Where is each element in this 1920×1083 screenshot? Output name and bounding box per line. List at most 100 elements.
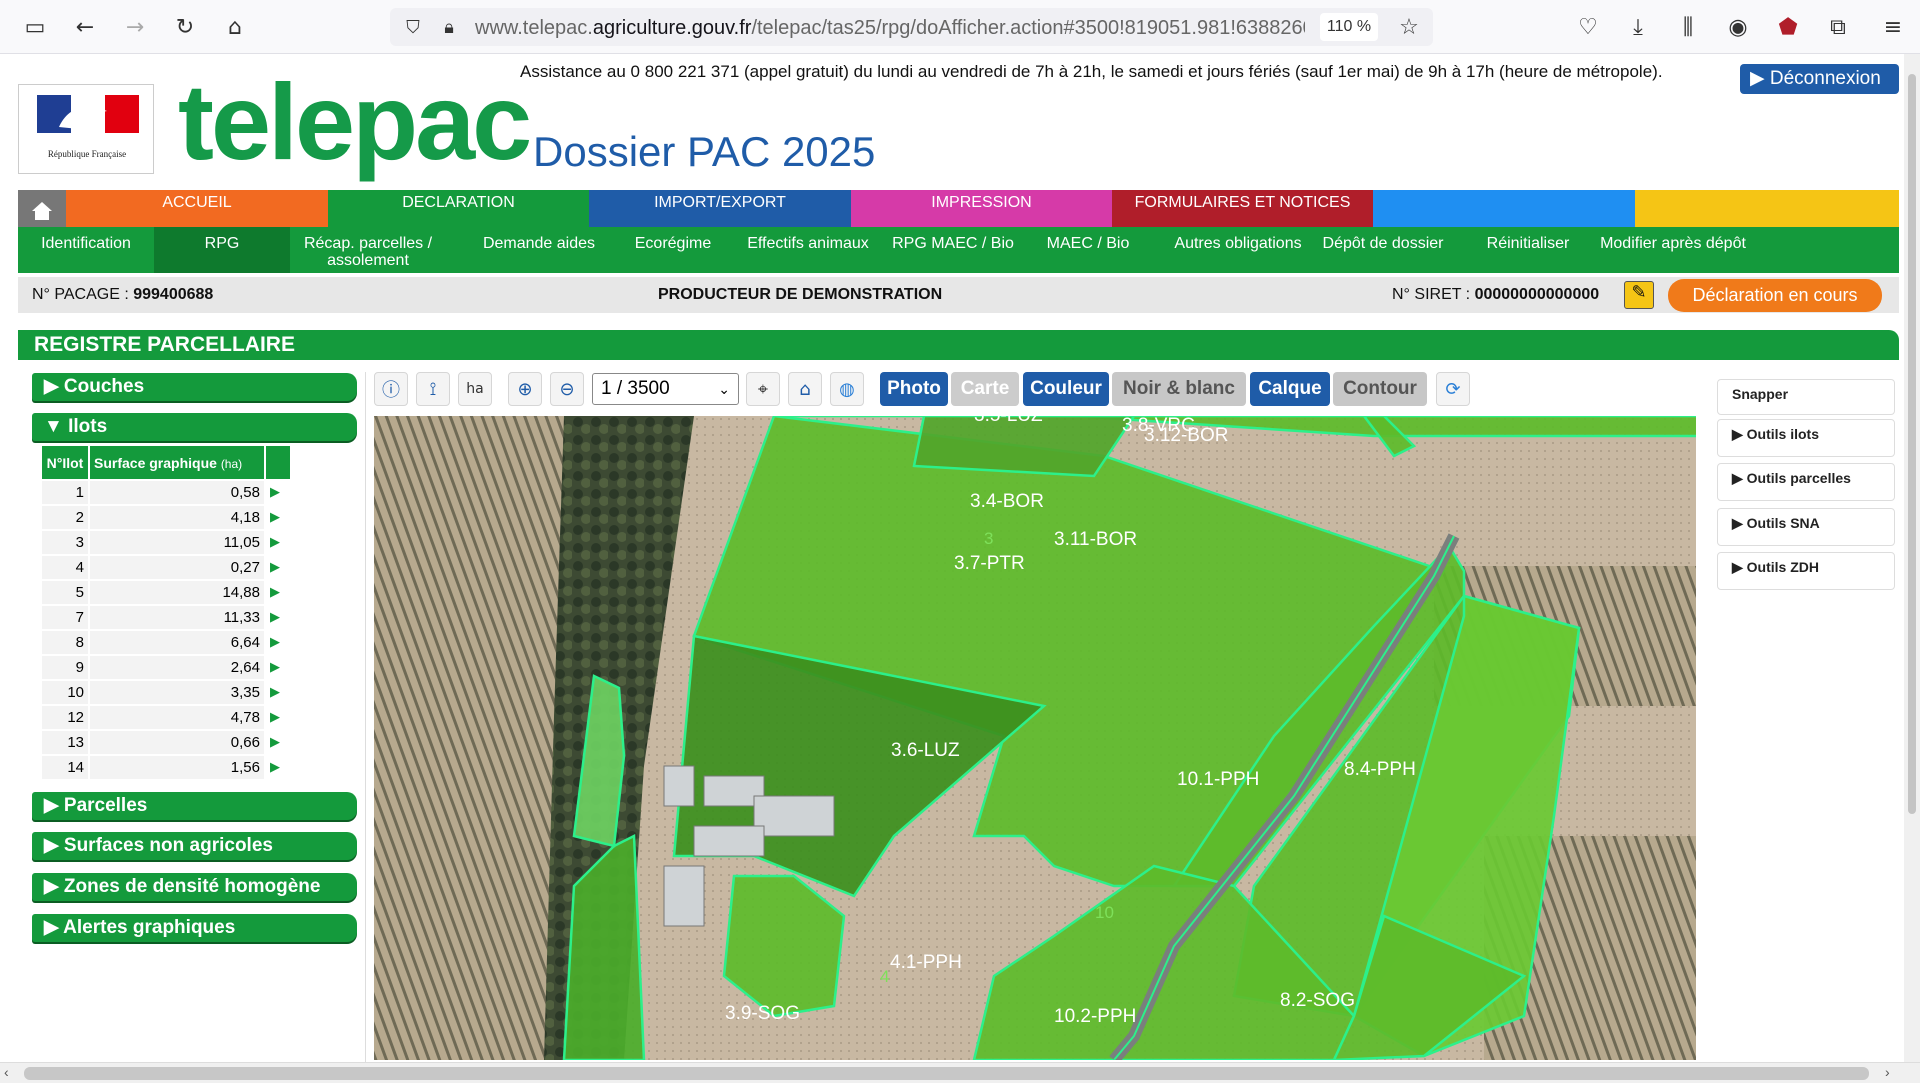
zoom-in-icon[interactable]: ⊕ [508, 372, 542, 406]
ilot-open-arrow-icon[interactable]: ▶ [264, 729, 292, 756]
extensions-icon[interactable]: ⧉ [1823, 12, 1853, 42]
nav-blank-blue[interactable] [1373, 190, 1635, 227]
photo-button[interactable]: Photo [880, 372, 948, 406]
declaration-status-button[interactable]: Déclaration en cours [1668, 279, 1882, 312]
ilot-number: 12 [40, 704, 90, 731]
measure-distance-icon[interactable]: ⟟ [416, 372, 450, 406]
address-bar[interactable]: ⛉ 🔒︎ www.telepac.agriculture.gouv.fr/tel… [390, 8, 1433, 46]
scroll-right-icon[interactable]: › [1885, 1064, 1890, 1080]
table-row[interactable]: 2 4,18 ▶ [40, 504, 292, 531]
subnav-maec-bio[interactable]: MAEC / Bio [1028, 235, 1148, 252]
pocket-icon[interactable]: ♡ [1573, 12, 1603, 42]
noir-blanc-button[interactable]: Noir & blanc [1112, 372, 1246, 406]
account-icon[interactable]: ◉ [1723, 12, 1753, 42]
parcelles-section-header[interactable]: ▶ Parcelles [32, 792, 357, 820]
couches-section-header[interactable]: ▶ Couches [32, 373, 357, 401]
vertical-scrollbar[interactable] [1904, 54, 1920, 1062]
logout-button[interactable]: ▶ Déconnexion [1740, 64, 1899, 94]
refresh-map-icon[interactable]: ⟳ [1436, 372, 1470, 406]
alertes-section-header[interactable]: ▶ Alertes graphiques [32, 914, 357, 942]
ilot-open-arrow-icon[interactable]: ▶ [264, 479, 292, 506]
globe-icon[interactable]: ◍ [830, 372, 864, 406]
map-view[interactable]: 3.8-VRC 3.12-BOR 3.4-BOR 3.11-BOR 3 3.7-… [374, 416, 1696, 1060]
table-row[interactable]: 12 4,78 ▶ [40, 704, 292, 731]
table-row[interactable]: 7 11,33 ▶ [40, 604, 292, 631]
contour-button[interactable]: Contour [1333, 372, 1427, 406]
subnav-recap-parcelles[interactable]: Récap. parcelles / assolement [293, 235, 443, 269]
nav-import-export[interactable]: IMPORT/EXPORT [589, 190, 851, 227]
subnav-rpg-maec-bio[interactable]: RPG MAEC / Bio [873, 235, 1033, 252]
bookmark-star-icon[interactable]: ☆ [1394, 12, 1424, 42]
table-row[interactable]: 5 14,88 ▶ [40, 579, 292, 606]
ilot-open-arrow-icon[interactable]: ▶ [264, 579, 292, 606]
subnav-effectifs-animaux[interactable]: Effectifs animaux [728, 235, 888, 252]
subnav-reinitialiser[interactable]: Réinitialiser [1458, 235, 1598, 252]
measure-area-icon[interactable]: ha [458, 372, 492, 406]
back-icon[interactable]: ← [70, 12, 100, 42]
horizontal-scrollbar[interactable]: ‹ › [0, 1062, 1920, 1083]
outils-sna[interactable]: ▶ Outils SNA [1717, 508, 1895, 546]
ilot-open-arrow-icon[interactable]: ▶ [264, 504, 292, 531]
crosshair-icon[interactable]: ⌖ [746, 372, 780, 406]
download-icon[interactable]: ⤓ [1623, 12, 1653, 42]
ilot-open-arrow-icon[interactable]: ▶ [264, 679, 292, 706]
sidebar-toggle-icon[interactable]: ▭ [20, 12, 50, 42]
home-nav-button[interactable] [18, 190, 66, 227]
horizontal-scrollbar-thumb[interactable] [24, 1067, 1869, 1080]
subnav-ecoregime[interactable]: Ecorégime [608, 235, 738, 252]
snapper-toggle[interactable]: Snapper [1717, 379, 1895, 415]
ilot-open-arrow-icon[interactable]: ▶ [264, 654, 292, 681]
ilot-open-arrow-icon[interactable]: ▶ [264, 754, 292, 781]
forward-icon[interactable]: → [120, 12, 150, 42]
lock-icon[interactable]: 🔒︎ [434, 12, 464, 42]
nav-impression[interactable]: IMPRESSION [851, 190, 1112, 227]
aerial-map-svg[interactable]: 3.8-VRC 3.12-BOR 3.4-BOR 3.11-BOR 3 3.7-… [374, 416, 1696, 1060]
subnav-modifier-apres-depot[interactable]: Modifier après dépôt [1598, 235, 1748, 252]
ilot-open-arrow-icon[interactable]: ▶ [264, 529, 292, 556]
nav-declaration[interactable]: DECLARATION [328, 190, 589, 227]
ublock-icon[interactable]: ⬟ [1773, 12, 1803, 42]
library-icon[interactable]: ⫼ [1673, 12, 1703, 42]
carte-button[interactable]: Carte [951, 372, 1019, 406]
zoom-level-badge[interactable]: 110 % [1320, 13, 1378, 41]
nav-formulaires[interactable]: FORMULAIRES ET NOTICES [1112, 190, 1373, 227]
reload-icon[interactable]: ↻ [170, 12, 200, 42]
subnav-demande-aides[interactable]: Demande aides [454, 235, 624, 252]
zoom-out-icon[interactable]: ⊖ [550, 372, 584, 406]
table-row[interactable]: 8 6,64 ▶ [40, 629, 292, 656]
sna-section-header[interactable]: ▶ Surfaces non agricoles [32, 832, 357, 860]
outils-ilots[interactable]: ▶ Outils ilots [1717, 419, 1895, 457]
shield-icon[interactable]: ⛉ [398, 12, 428, 42]
nav-accueil[interactable]: ACCUEIL [66, 190, 328, 227]
edit-pencil-icon[interactable]: ✎ [1624, 281, 1654, 309]
table-row[interactable]: 9 2,64 ▶ [40, 654, 292, 681]
ilots-section-header[interactable]: ▼ Ilots [32, 413, 357, 441]
info-icon[interactable]: ⓘ [374, 372, 408, 406]
table-row[interactable]: 10 3,35 ▶ [40, 679, 292, 706]
ilot-open-arrow-icon[interactable]: ▶ [264, 629, 292, 656]
vertical-scrollbar-thumb[interactable] [1908, 74, 1916, 814]
table-row[interactable]: 3 11,05 ▶ [40, 529, 292, 556]
outils-zdh[interactable]: ▶ Outils ZDH [1717, 552, 1895, 590]
menu-icon[interactable]: ≡ [1878, 12, 1908, 42]
table-row[interactable]: 4 0,27 ▶ [40, 554, 292, 581]
table-row[interactable]: 1 0,58 ▶ [40, 479, 292, 506]
scroll-left-icon[interactable]: ‹ [4, 1064, 9, 1080]
home-icon[interactable]: ⌂ [220, 12, 250, 42]
ilot-open-arrow-icon[interactable]: ▶ [264, 704, 292, 731]
couleur-button[interactable]: Couleur [1023, 372, 1109, 406]
outils-parcelles[interactable]: ▶ Outils parcelles [1717, 463, 1895, 501]
subnav-depot-dossier[interactable]: Dépôt de dossier [1308, 235, 1458, 252]
ilot-open-arrow-icon[interactable]: ▶ [264, 554, 292, 581]
calque-button[interactable]: Calque [1250, 372, 1330, 406]
table-row[interactable]: 14 1,56 ▶ [40, 754, 292, 781]
subnav-rpg[interactable]: RPG [154, 227, 290, 273]
scale-select[interactable]: 1 / 3500 ⌄ [592, 373, 739, 405]
subnav-identification[interactable]: Identification [18, 235, 154, 252]
zdh-section-header[interactable]: ▶ Zones de densité homogène [32, 873, 357, 901]
nav-blank-yellow[interactable] [1635, 190, 1899, 227]
exploitation-home-icon[interactable]: ⌂ [788, 372, 822, 406]
table-row[interactable]: 13 0,66 ▶ [40, 729, 292, 756]
ilot-open-arrow-icon[interactable]: ▶ [264, 604, 292, 631]
subnav-autres-obligations[interactable]: Autres obligations [1153, 235, 1323, 252]
